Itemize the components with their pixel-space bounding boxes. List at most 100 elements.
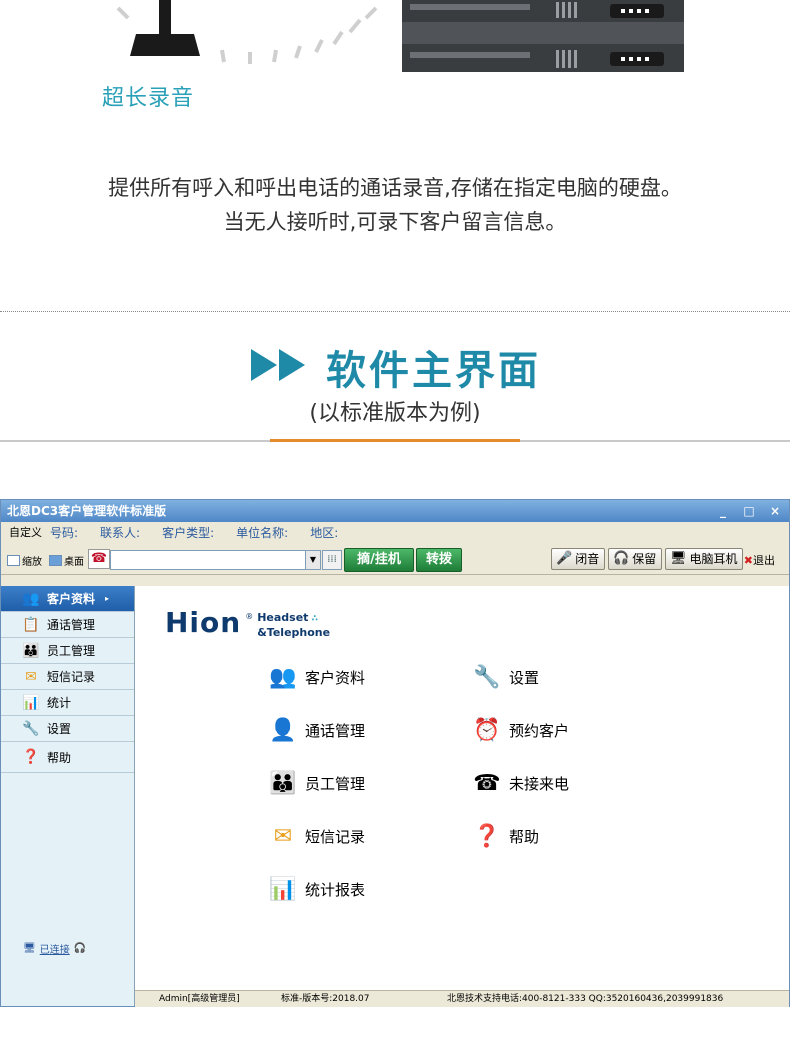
menu-sms[interactable]: ✉ 短信记录: [267, 821, 365, 851]
hold-button[interactable]: 🎧 保留: [608, 548, 662, 570]
logo-tagline: Headset ∴ &Telephone: [257, 611, 330, 639]
filter-bar: 自定义 号码: 联系人: 客户类型: 单位名称: 地区:: [1, 522, 789, 544]
menu-staff[interactable]: 👪 员工管理: [267, 768, 365, 798]
logo-brand: Hion: [165, 606, 242, 639]
custom-filter-link[interactable]: 自定义: [9, 522, 42, 544]
section-title-text: 软件主界面: [326, 348, 542, 394]
pickup-hangup-button[interactable]: 摘/挂机: [344, 548, 414, 572]
sidebar-item-sms[interactable]: ✉ 短信记录: [1, 664, 134, 690]
sidebar-item-calls[interactable]: 📋 通话管理: [1, 612, 134, 638]
menu-label: 通话管理: [305, 721, 366, 740]
menu-missed-calls[interactable]: ☎ 未接来电: [471, 768, 569, 798]
menu-stats[interactable]: 📊 统计报表: [267, 874, 365, 904]
sidebar-item-label: 客户资料: [47, 592, 96, 606]
stats-icon: 📊: [22, 694, 40, 711]
sidebar-item-label: 短信记录: [47, 670, 96, 684]
logo-registered: ®: [245, 612, 254, 621]
dial-number-input[interactable]: [110, 550, 307, 570]
sidebar-item-customer[interactable]: 👥 客户资料 ▸: [1, 586, 134, 612]
logo-tag-line1: Headset: [257, 611, 309, 624]
transfer-button[interactable]: 转拨: [416, 548, 462, 572]
call-icon: 📋: [22, 616, 40, 633]
connection-label: 已连接: [39, 945, 70, 956]
close-button[interactable]: ×: [767, 500, 783, 522]
hold-label: 保留: [632, 552, 657, 566]
menu-help[interactable]: ❓ 帮助: [471, 821, 539, 851]
hion-logo: Hion ® Headset ∴ &Telephone: [165, 606, 330, 639]
logo-tag-line2: &Telephone: [257, 626, 331, 639]
section-rule-accent: [270, 439, 520, 442]
section-title: 软件主界面: [0, 338, 790, 396]
desktop-toggle[interactable]: 桌面: [49, 553, 84, 568]
shrink-checkbox[interactable]: [7, 555, 20, 566]
headset-icon: 🎧: [73, 943, 87, 954]
sidebar-item-label: 统计: [47, 696, 72, 710]
menu-appointments[interactable]: ⏰ 预约客户: [471, 715, 569, 745]
sidebar-item-label: 帮助: [47, 750, 72, 765]
mute-button[interactable]: 🎤 闭音: [551, 548, 605, 570]
app-window: 北恩DC3客户管理软件标准版 _ □ × 自定义 号码: 联系人: 客户类型: …: [0, 499, 790, 1007]
menu-calls[interactable]: 👤 通话管理: [267, 715, 365, 745]
help-icon: ❓: [473, 823, 501, 849]
exit-label: 退出: [753, 554, 775, 567]
desktop-checkbox[interactable]: [49, 555, 62, 566]
menu-settings[interactable]: 🔧 设置: [471, 662, 539, 692]
exit-button[interactable]: ✖退出: [744, 552, 775, 568]
menu-label: 预约客户: [509, 721, 570, 740]
customer-icon: 👥: [22, 590, 40, 607]
microphone-icon: 🎤: [556, 551, 573, 566]
signal-dots-icon: ∴: [308, 614, 318, 624]
sidebar-item-staff[interactable]: 👪 员工管理: [1, 638, 134, 664]
sidebar-item-settings[interactable]: 🔧 设置: [1, 716, 134, 742]
feature-description-line1: 提供所有呼入和呼出电话的通话录音,存储在指定电脑的硬盘。: [108, 176, 682, 200]
feature-description-line2: 当无人接听时,可录下客户留言信息。: [223, 210, 567, 234]
filter-customer-type[interactable]: 客户类型:: [162, 522, 214, 544]
status-bar: Admin[高级管理员] 标准-版本号:2018.07 北恩技术支持电话:400…: [135, 990, 789, 1007]
customer-icon: 👥: [269, 664, 297, 690]
filter-number[interactable]: 号码:: [50, 522, 78, 544]
section-subtitle: (以标准版本为例): [309, 401, 481, 426]
chevron-right-icon: ▸: [105, 594, 110, 603]
status-support: 北恩技术支持电话:400-8121-333 QQ:3520160436,2039…: [447, 994, 724, 1004]
sidebar-item-label: 员工管理: [47, 644, 96, 658]
menu-label: 未接来电: [509, 774, 570, 793]
help-icon: ❓: [22, 749, 40, 765]
menu-customer[interactable]: 👥 客户资料: [267, 662, 365, 692]
main-panel: Hion ® Headset ∴ &Telephone 👥 客户资料 🔧 设置 …: [135, 586, 789, 990]
sidebar-item-label: 通话管理: [47, 618, 96, 632]
sidebar-item-label: 设置: [47, 722, 72, 736]
alarm-clock-icon: ⏰: [473, 717, 501, 743]
toolbar: 缩放 桌面 ☎ ▼ ⁞⁞⁞ 摘/挂机 转拨 🎤 闭音 🎧 保留 🖥 电脑耳机 ✖…: [1, 544, 789, 575]
keypad-icon[interactable]: ⁞⁞⁞: [322, 550, 342, 570]
connection-status: 🖥 已连接 🎧: [23, 941, 86, 956]
computer-icon: 🖥: [23, 943, 36, 954]
window-title: 北恩DC3客户管理软件标准版: [7, 504, 167, 518]
staff-icon: 👪: [22, 642, 40, 659]
maximize-button[interactable]: □: [741, 500, 757, 522]
filter-contact[interactable]: 联系人:: [100, 522, 140, 544]
missed-call-icon: ☎: [473, 770, 501, 796]
staff-icon: 👪: [269, 770, 297, 796]
window-titlebar[interactable]: 北恩DC3客户管理软件标准版 _ □ ×: [1, 500, 789, 522]
settings-icon: 🔧: [22, 720, 40, 737]
exit-x-icon: ✖: [743, 554, 753, 567]
status-user: Admin[高级管理员]: [159, 994, 240, 1004]
shrink-toggle[interactable]: 缩放: [7, 553, 42, 568]
filter-company-name[interactable]: 单位名称:: [236, 522, 288, 544]
menu-label: 短信记录: [305, 827, 366, 846]
minimize-button[interactable]: _: [715, 500, 731, 522]
sidebar-item-stats[interactable]: 📊 统计: [1, 690, 134, 716]
double-arrow-icon: [249, 345, 311, 389]
menu-label: 设置: [509, 668, 540, 687]
filter-region[interactable]: 地区:: [310, 522, 338, 544]
sidebar-item-help[interactable]: ❓ 帮助: [1, 742, 134, 773]
sidebar: 👥 客户资料 ▸ 📋 通话管理 👪 员工管理 ✉ 短信记录 📊 统计 🔧 设置 …: [1, 586, 135, 1006]
shrink-label: 缩放: [22, 557, 42, 568]
pc-headset-label: 电脑耳机: [689, 552, 738, 566]
chevron-down-icon[interactable]: ▼: [305, 550, 321, 570]
pc-headset-button[interactable]: 🖥 电脑耳机: [665, 548, 743, 570]
call-icon: 👤: [269, 717, 297, 743]
phone-icon[interactable]: ☎: [88, 549, 110, 569]
desktop-label: 桌面: [64, 557, 84, 568]
sms-icon: ✉: [273, 823, 293, 849]
